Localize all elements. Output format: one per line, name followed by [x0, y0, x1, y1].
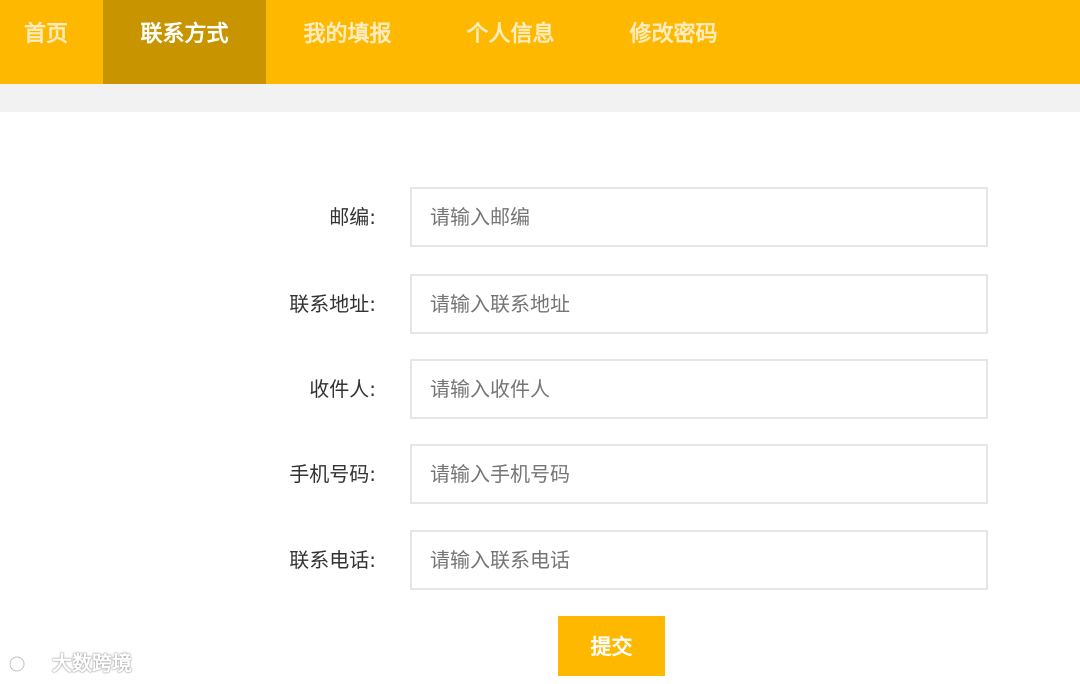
nav-item-change-password[interactable]: 修改密码: [592, 0, 755, 84]
form-row-postcode: 邮编:: [0, 187, 1080, 247]
mobile-label: 手机号码:: [289, 462, 376, 486]
submit-button[interactable]: 提交: [558, 616, 665, 676]
recipient-input[interactable]: [410, 359, 988, 419]
phone-input[interactable]: [410, 530, 988, 590]
watermark-logo-icon: [8, 653, 46, 673]
address-label: 联系地址:: [289, 292, 376, 316]
form-row-address: 联系地址:: [0, 274, 1080, 334]
nav-item-my-submissions[interactable]: 我的填报: [266, 0, 429, 84]
sub-header-bar: [0, 84, 1080, 112]
form-row-phone: 联系电话:: [0, 530, 1080, 590]
recipient-label: 收件人:: [309, 377, 376, 401]
form-row-recipient: 收件人:: [0, 359, 1080, 419]
nav-item-contact[interactable]: 联系方式: [103, 0, 266, 84]
address-input[interactable]: [410, 274, 988, 334]
mobile-input[interactable]: [410, 444, 988, 504]
form-row-mobile: 手机号码:: [0, 444, 1080, 504]
postcode-label: 邮编:: [329, 205, 376, 229]
nav-item-home[interactable]: 首页: [0, 0, 92, 84]
watermark-text: 大数跨境: [52, 651, 132, 675]
top-nav-bar: 首页 联系方式 我的填报 个人信息 修改密码: [0, 0, 1080, 84]
phone-label: 联系电话:: [289, 548, 376, 572]
nav-item-personal-info[interactable]: 个人信息: [429, 0, 592, 84]
postcode-input[interactable]: [410, 187, 988, 247]
watermark: 大数跨境: [8, 648, 132, 678]
